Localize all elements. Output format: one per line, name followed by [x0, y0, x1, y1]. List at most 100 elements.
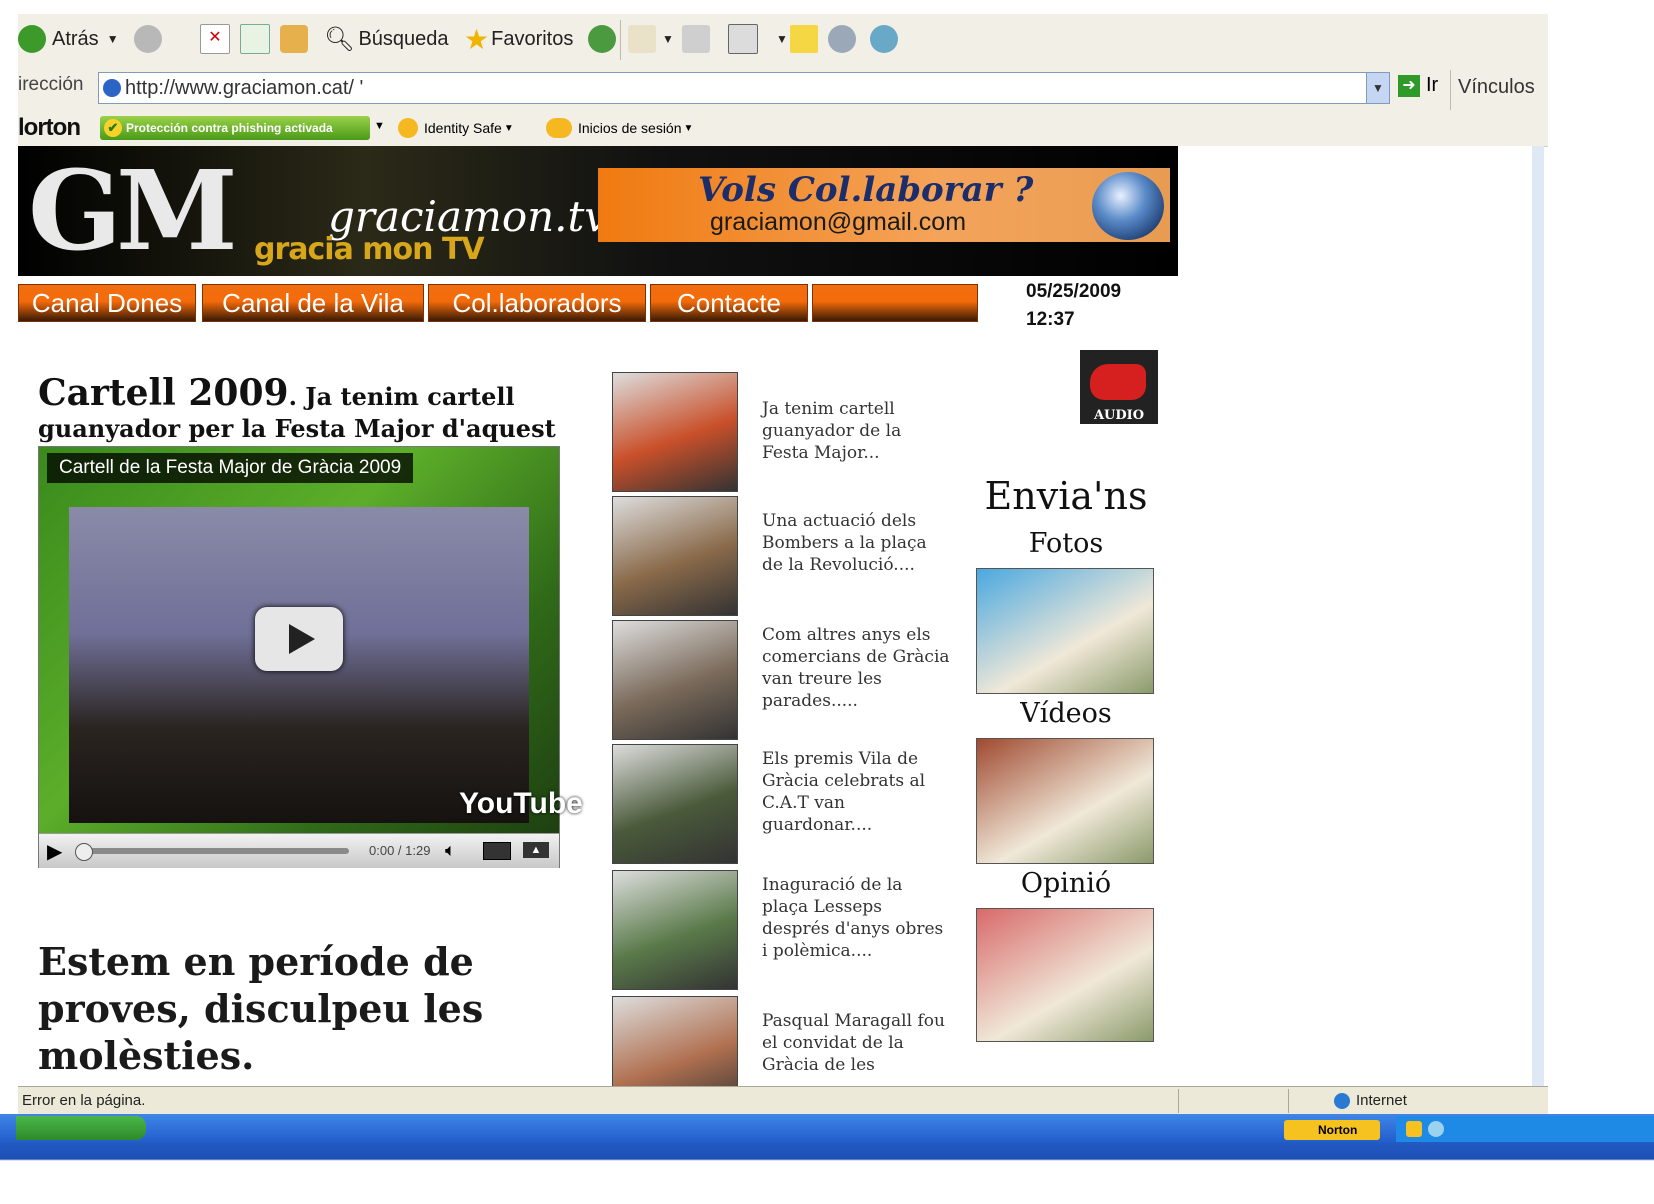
progress-track[interactable] [75, 843, 349, 861]
news-thumbnail[interactable] [612, 996, 738, 1086]
system-tray [1396, 1116, 1654, 1142]
address-label: irección [18, 74, 84, 95]
site-logo[interactable]: GM [28, 152, 238, 270]
collaborate-email[interactable]: graciamon@gmail.com [710, 208, 966, 237]
nav-canal-de-la-vila[interactable]: Canal de la Vila [202, 284, 424, 322]
notes-button[interactable] [790, 22, 824, 56]
history-icon [588, 25, 616, 53]
news-thumbnail[interactable] [612, 496, 738, 616]
start-button[interactable] [16, 1116, 146, 1140]
status-message[interactable]: Error en la página. [22, 1087, 145, 1115]
favorites-button[interactable]: ★ Favoritos [464, 22, 573, 56]
site-subname: gracia mon TV [254, 232, 485, 267]
forward-button[interactable] [134, 22, 168, 56]
size-toggle-icon[interactable] [483, 842, 511, 860]
play-button[interactable] [255, 607, 343, 671]
contacts-button[interactable] [870, 22, 904, 56]
dropdown-arrow-icon: ▼ [503, 122, 514, 134]
go-button[interactable]: ➜ Ir [1398, 74, 1438, 97]
video-player[interactable]: Cartell de la Festa Major de Gràcia 2009… [38, 446, 583, 868]
mail-button[interactable]: ▼ [628, 22, 674, 56]
news-thumbnail[interactable] [612, 372, 738, 492]
print-button[interactable] [682, 22, 716, 56]
nav-contacte[interactable]: Contacte [650, 284, 808, 322]
url-dropdown-icon[interactable]: ▼ [1366, 73, 1389, 103]
internet-globe-icon [1334, 1093, 1350, 1109]
collaborate-banner[interactable]: Vols Col.laborar ? graciamon@gmail.com [598, 168, 1170, 242]
progress-knob[interactable] [75, 843, 93, 861]
dropdown-arrow-icon[interactable]: ▼ [776, 32, 788, 46]
opinion-label[interactable]: Opinió [966, 868, 1166, 899]
phishing-protection-button[interactable]: ✔ Protección contra phishing activada [100, 116, 370, 140]
fullscreen-icon[interactable]: ▲ [523, 842, 549, 858]
opinion-image[interactable] [976, 908, 1154, 1042]
identity-safe-button[interactable]: Identity Safe ▼ [398, 118, 514, 138]
tray-network-icon[interactable] [1428, 1121, 1444, 1137]
headline-title: Cartell 2009 [38, 372, 289, 414]
search-button[interactable]: 🔍︎ Búsqueda [324, 22, 449, 56]
play-icon [289, 624, 315, 654]
news-thumbnail[interactable] [612, 744, 738, 864]
history-button[interactable] [588, 22, 622, 56]
youtube-logo[interactable]: YouTube [459, 787, 583, 821]
audio-button[interactable]: AUDIO [1080, 350, 1158, 424]
news-text[interactable]: Com altres anys els comercians de Gràcia… [762, 624, 952, 712]
date-text: 05/25/2009 [1026, 281, 1122, 302]
logins-button[interactable]: Inicios de sesión ▼ [546, 118, 693, 138]
time-text: 12:37 [1026, 309, 1075, 330]
nav-empty[interactable] [812, 284, 978, 322]
edit-button[interactable]: ▼ [728, 22, 788, 56]
videos-label[interactable]: Vídeos [966, 698, 1166, 729]
toolbar-separator [620, 20, 621, 60]
norton-tray-button[interactable]: Norton [1284, 1120, 1380, 1140]
dropdown-arrow-icon[interactable]: ▼ [107, 32, 119, 46]
news-text[interactable]: Els premis Vila de Gràcia celebrats al C… [762, 748, 952, 836]
news-text[interactable]: Inaguració de la plaça Lesseps després d… [762, 874, 952, 962]
video-title[interactable]: Cartell de la Festa Major de Gràcia 2009 [47, 453, 414, 483]
news-thumbnail[interactable] [612, 620, 738, 740]
volume-icon[interactable]: 🔈︎ [445, 840, 456, 861]
status-divider [1288, 1089, 1289, 1113]
stop-button[interactable]: ✕ [200, 22, 236, 56]
dropdown-arrow-icon[interactable]: ▼ [374, 120, 385, 132]
security-zone: Internet [1356, 1092, 1407, 1109]
photos-label[interactable]: Fotos [966, 528, 1166, 559]
news-text[interactable]: Una actuació dels Bombers a la plaça de … [762, 510, 952, 576]
go-arrow-icon: ➜ [1398, 74, 1420, 97]
star-icon: ★ [464, 23, 490, 55]
home-icon [280, 25, 308, 53]
news-text[interactable]: Pasqual Maragall fou el convidat de la G… [762, 1010, 952, 1076]
password-icon [546, 118, 572, 138]
norton-logo: lorton [18, 114, 81, 141]
check-icon: ✔ [104, 119, 122, 137]
lock-icon [398, 118, 418, 138]
news-thumbnail[interactable] [612, 870, 738, 990]
nav-canal-dones[interactable]: Canal Dones [18, 284, 196, 322]
vertical-scrollbar[interactable] [1532, 146, 1538, 1086]
taskbar-strip: Norton [0, 1114, 1654, 1142]
forward-arrow-icon [134, 25, 162, 53]
photos-image[interactable] [976, 568, 1154, 694]
url-input[interactable]: http://www.graciamon.cat/ ' ▼ [98, 72, 1390, 104]
note-icon [790, 25, 818, 53]
videos-image[interactable] [976, 738, 1154, 864]
norton-toolbar: lorton ✔ Protección contra phishing acti… [18, 112, 1548, 147]
send-us-title: Envia'ns [984, 474, 1148, 518]
dropdown-arrow-icon[interactable]: ▼ [662, 32, 674, 46]
back-button[interactable]: Atrás ▼ [18, 22, 119, 56]
chat-icon [828, 25, 856, 53]
nav-collaboradors[interactable]: Col.laboradors [428, 284, 646, 322]
taskbar: Norton [0, 1114, 1654, 1204]
home-button[interactable] [280, 22, 314, 56]
address-bar: irección http://www.graciamon.cat/ ' ▼ ➜… [18, 66, 1548, 113]
links-button[interactable]: Vínculos [1458, 76, 1535, 99]
messenger-button[interactable] [828, 22, 862, 56]
news-text[interactable]: Ja tenim cartell guanyador de la Festa M… [762, 398, 952, 464]
edit-icon [728, 24, 758, 54]
play-small-icon[interactable]: ▶ [47, 839, 62, 864]
tray-shield-icon[interactable] [1406, 1121, 1422, 1137]
headline[interactable]: Cartell 2009. Ja tenim cartell guanyador… [38, 372, 578, 443]
collaborate-title: Vols Col.laborar ? [698, 170, 1034, 210]
people-icon [870, 25, 898, 53]
refresh-button[interactable] [240, 22, 276, 56]
